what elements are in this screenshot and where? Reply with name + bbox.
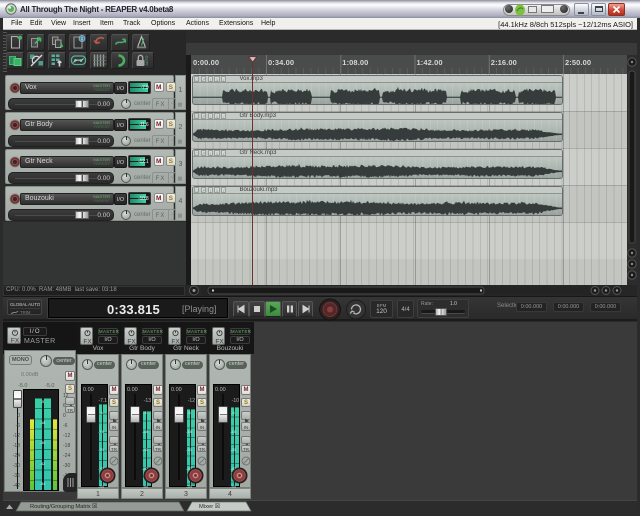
svg-text:FX: FX <box>11 338 20 345</box>
svg-text:AUTO: AUTO <box>145 55 149 65</box>
